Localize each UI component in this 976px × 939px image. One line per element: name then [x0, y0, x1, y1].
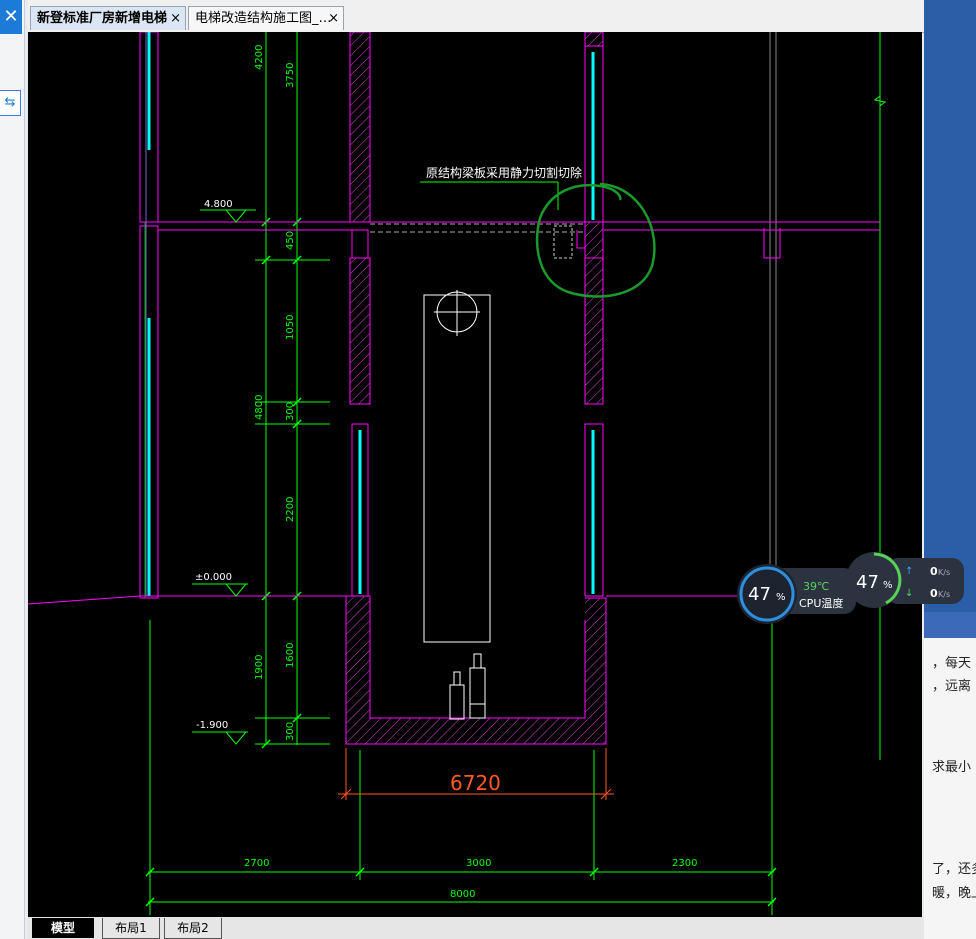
download-icon: ↓	[905, 588, 913, 599]
elevator-pit	[345, 595, 607, 745]
cpu-temp-value: 39℃	[803, 580, 829, 593]
dim-label: 2200	[285, 497, 296, 522]
elevation-top-label: 4.800	[204, 199, 233, 210]
dim-label: 2700	[244, 858, 269, 869]
tab-layout1[interactable]: 布局1	[102, 918, 160, 939]
tab-drawing-2[interactable]: 电梯改造结构施工图_… ×	[188, 6, 344, 30]
right-outer-wall	[763, 32, 781, 598]
dim-label: 3000	[466, 858, 491, 869]
shaft-right-wall	[576, 31, 604, 597]
dimension-ticks	[145, 217, 777, 907]
system-monitor-widget[interactable]: 47 % 39℃ CPU温度 47 % ↑ ↓ 0 K/s 0 K/s	[736, 552, 966, 624]
memory-usage-unit: %	[883, 580, 893, 591]
elevator-car	[423, 290, 491, 643]
tab-layout2[interactable]: 布局2	[164, 918, 222, 939]
dim-label: 300	[285, 722, 296, 741]
dim-label: 450	[285, 231, 296, 250]
vertical-dimension-labels: 4200 4800 1900 3750 450 1050 300 2200 16…	[254, 45, 296, 741]
close-icon[interactable]: ✕	[0, 0, 22, 34]
elevation-markers	[192, 209, 256, 745]
cad-model-canvas[interactable]: 4.800 ±0.000 -1.900 4200 4800 1900 3750 …	[27, 31, 922, 917]
elevation-ground-label: ±0.000	[195, 572, 232, 583]
background-window	[924, 0, 976, 939]
dim-label: 300	[285, 402, 296, 421]
upload-icon: ↑	[905, 566, 913, 577]
tab-model[interactable]: 模型	[32, 918, 94, 938]
upload-unit: K/s	[938, 568, 950, 577]
background-text: 了，还多	[932, 862, 976, 877]
download-speed: 0	[930, 587, 938, 600]
close-tab-icon[interactable]: ×	[170, 7, 181, 30]
removed-beam-section	[553, 225, 573, 259]
cpu-usage-unit: %	[776, 592, 786, 603]
background-text: ，每天	[932, 656, 972, 671]
cpu-temp-label: CPU温度	[799, 596, 843, 610]
tab-drawing-1[interactable]: 新登标准厂房新增电梯 ×	[30, 6, 186, 30]
layout-tab-bar: 模型 布局1 布局2	[28, 917, 924, 939]
dim-label: 4800	[254, 395, 265, 420]
dim-label: 4200	[254, 45, 265, 70]
document-tab-bar: 新登标准厂房新增电梯 × 电梯改造结构施工图_… ×	[28, 0, 924, 33]
tab-label: 电梯改造结构施工图_…	[195, 11, 332, 26]
floor-slab-4800	[140, 221, 880, 231]
background-text: ，远离	[932, 679, 972, 694]
download-unit: K/s	[938, 590, 950, 599]
tab-label: 新登标准厂房新增电梯	[37, 11, 168, 26]
dim-label: 1050	[285, 315, 296, 340]
shaft-left-wall	[349, 31, 371, 597]
background-text: 求最小	[932, 760, 972, 775]
elevation-pit-label: -1.900	[196, 720, 228, 731]
background-text: 暖，晚上	[932, 886, 976, 901]
cpu-usage-value: 47	[748, 584, 771, 605]
dim-label: 2300	[672, 858, 697, 869]
dim-label: 1900	[254, 655, 265, 680]
dim-label: 1600	[285, 643, 296, 668]
dim-label: 3750	[285, 63, 296, 88]
left-app-strip: ✕ ⇆	[0, 0, 25, 939]
dim-total-label: 8000	[450, 889, 475, 900]
cut-note: 原结构梁板采用静力切割切除	[426, 165, 582, 180]
close-tab-icon[interactable]: ×	[328, 7, 339, 30]
left-outer-wall	[139, 31, 159, 599]
memory-usage-value: 47	[856, 572, 879, 593]
elevator-section-drawing: 4.800 ±0.000 -1.900 4200 4800 1900 3750 …	[27, 31, 887, 915]
sync-icon[interactable]: ⇆	[0, 90, 21, 116]
upload-speed: 0	[930, 565, 938, 578]
pit-width-label: 6720	[450, 771, 501, 795]
